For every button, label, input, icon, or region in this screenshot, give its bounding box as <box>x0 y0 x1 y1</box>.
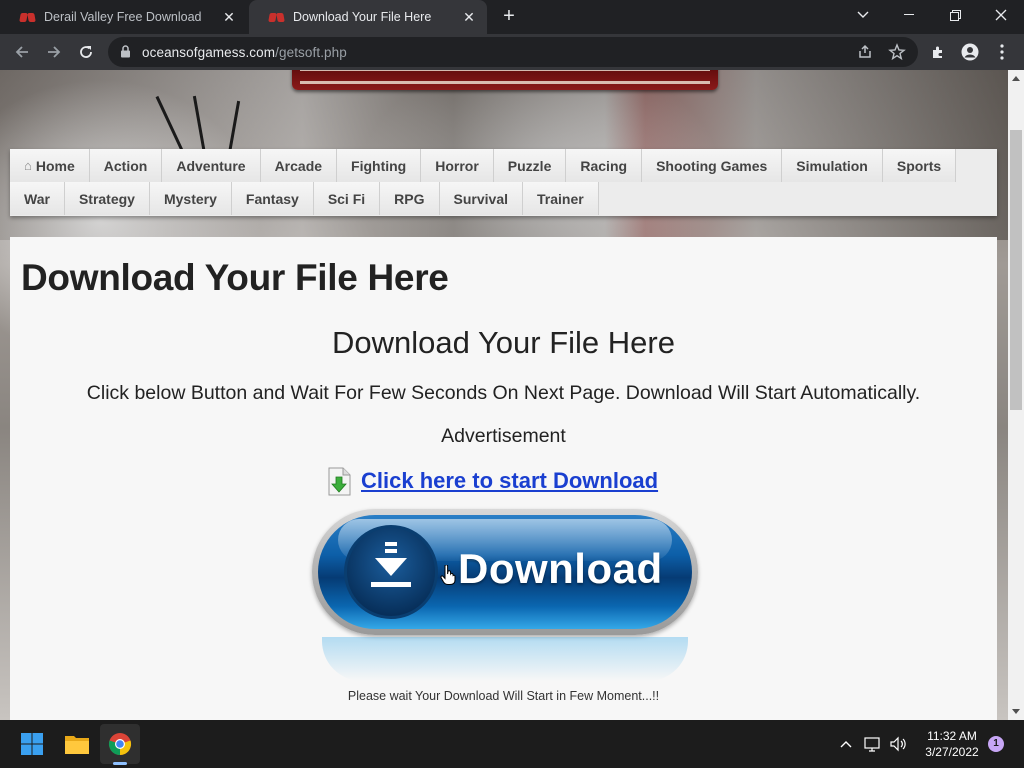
start-download-link[interactable]: Click here to start Download <box>361 468 658 494</box>
tab-download-file[interactable]: Download Your File Here ✕ <box>249 0 487 34</box>
browser-toolbar: oceansofgamess.com/getsoft.php <box>0 34 1024 70</box>
scroll-up-arrow-icon[interactable] <box>1012 76 1020 81</box>
site-favicon-icon <box>269 11 285 23</box>
new-tab-button[interactable]: + <box>498 6 520 28</box>
page-title: Download Your File Here <box>21 257 449 298</box>
show-hidden-icons-icon[interactable] <box>836 734 856 754</box>
notification-badge[interactable]: 1 <box>988 736 1004 752</box>
nav-horror[interactable]: Horror <box>421 149 494 182</box>
tab-strip: Derail Valley Free Download ✕ Download Y… <box>0 0 1024 34</box>
content-card: Download Your File Here Download Your Fi… <box>10 237 997 720</box>
restore-button[interactable] <box>932 0 978 30</box>
site-logo[interactable] <box>292 70 718 90</box>
tab-title: Derail Valley Free Download <box>44 10 202 24</box>
page-scrollbar[interactable] <box>1008 70 1024 720</box>
category-row-2: War Strategy Mystery Fantasy Sci Fi RPG … <box>10 182 599 215</box>
clock-date: 3/27/2022 <box>925 745 979 759</box>
nav-simulation[interactable]: Simulation <box>782 149 883 182</box>
tab-search-icon[interactable] <box>840 0 886 30</box>
nav-sports[interactable]: Sports <box>882 149 957 182</box>
nav-fighting[interactable]: Fighting <box>337 149 422 182</box>
bookmark-star-icon[interactable] <box>888 43 906 61</box>
menu-kebab-icon[interactable] <box>988 38 1016 66</box>
nav-puzzle[interactable]: Puzzle <box>493 149 567 182</box>
nav-action[interactable]: Action <box>89 149 163 182</box>
lock-icon[interactable] <box>120 45 131 63</box>
nav-label: Home <box>35 157 75 174</box>
nav-strategy[interactable]: Strategy <box>64 182 150 215</box>
file-download-icon <box>326 467 352 496</box>
file-explorer-icon[interactable] <box>57 724 97 764</box>
windows-start-icon[interactable] <box>12 724 52 764</box>
close-window-button[interactable] <box>978 0 1024 30</box>
nav-racing[interactable]: Racing <box>566 149 643 182</box>
advertisement-label: Advertisement <box>441 425 566 447</box>
url-text: oceansofgamess.com/getsoft.php <box>142 45 347 60</box>
nav-rpg[interactable]: RPG <box>380 182 440 215</box>
nav-war[interactable]: War <box>10 182 65 215</box>
minimize-button[interactable] <box>886 0 932 30</box>
nav-trainer[interactable]: Trainer <box>523 182 599 215</box>
active-app-indicator <box>113 762 127 765</box>
profile-icon[interactable] <box>956 38 984 66</box>
close-tab-icon[interactable]: ✕ <box>221 9 237 25</box>
hand-cursor-icon <box>440 564 456 590</box>
download-arrow-icon <box>344 525 438 619</box>
category-row-1: ⌂ Home Action Adventure Arcade Fighting H… <box>10 149 957 182</box>
site-favicon-icon <box>20 11 36 23</box>
address-bar[interactable]: oceansofgamess.com/getsoft.php <box>108 37 918 67</box>
nav-arcade[interactable]: Arcade <box>260 149 338 182</box>
nav-survival[interactable]: Survival <box>439 182 523 215</box>
download-link-row: Click here to start Download <box>326 466 658 496</box>
scrollbar-thumb[interactable] <box>1010 130 1022 410</box>
nav-home[interactable]: ⌂ Home <box>10 149 90 182</box>
nav-mystery[interactable]: Mystery <box>149 182 232 215</box>
nav-shooting-games[interactable]: Shooting Games <box>642 149 783 182</box>
scroll-down-arrow-icon[interactable] <box>1012 709 1020 714</box>
windows-taskbar: 11:32 AM 3/27/2022 1 <box>0 720 1024 768</box>
back-button[interactable] <box>8 38 36 66</box>
clock-time: 11:32 AM <box>927 729 977 743</box>
category-nav: ⌂ Home Action Adventure Arcade Fighting H… <box>10 149 997 216</box>
home-icon: ⌂ <box>24 158 32 173</box>
forward-button[interactable] <box>40 38 68 66</box>
nav-sci-fi[interactable]: Sci Fi <box>313 182 381 215</box>
volume-icon[interactable] <box>888 734 908 754</box>
system-clock[interactable]: 11:32 AM 3/27/2022 <box>914 728 990 760</box>
button-reflection <box>322 637 688 681</box>
download-button-label: Download <box>458 545 663 592</box>
chrome-taskbar-icon[interactable] <box>100 724 140 764</box>
download-button[interactable]: Download <box>312 509 698 635</box>
tab-title: Download Your File Here <box>293 10 432 24</box>
close-tab-icon[interactable]: ✕ <box>461 9 477 25</box>
tab-derail-valley[interactable]: Derail Valley Free Download ✕ <box>0 0 247 34</box>
share-icon[interactable] <box>856 43 874 61</box>
download-heading: Download Your File Here <box>332 325 675 360</box>
nav-fantasy[interactable]: Fantasy <box>231 182 314 215</box>
reload-button[interactable] <box>72 38 100 66</box>
instructions-text: Click below Button and Wait For Few Seco… <box>86 382 921 404</box>
network-icon[interactable] <box>862 734 882 754</box>
extensions-icon[interactable] <box>924 38 952 66</box>
page-viewport: ⌂ Home Action Adventure Arcade Fighting H… <box>0 70 1008 720</box>
nav-adventure[interactable]: Adventure <box>162 149 261 182</box>
download-button-face: Download <box>318 515 692 629</box>
wait-message: Please wait Your Download Will Start in … <box>347 689 660 703</box>
url-domain: oceansofgamess.com <box>142 45 276 60</box>
url-path: /getsoft.php <box>275 45 347 60</box>
